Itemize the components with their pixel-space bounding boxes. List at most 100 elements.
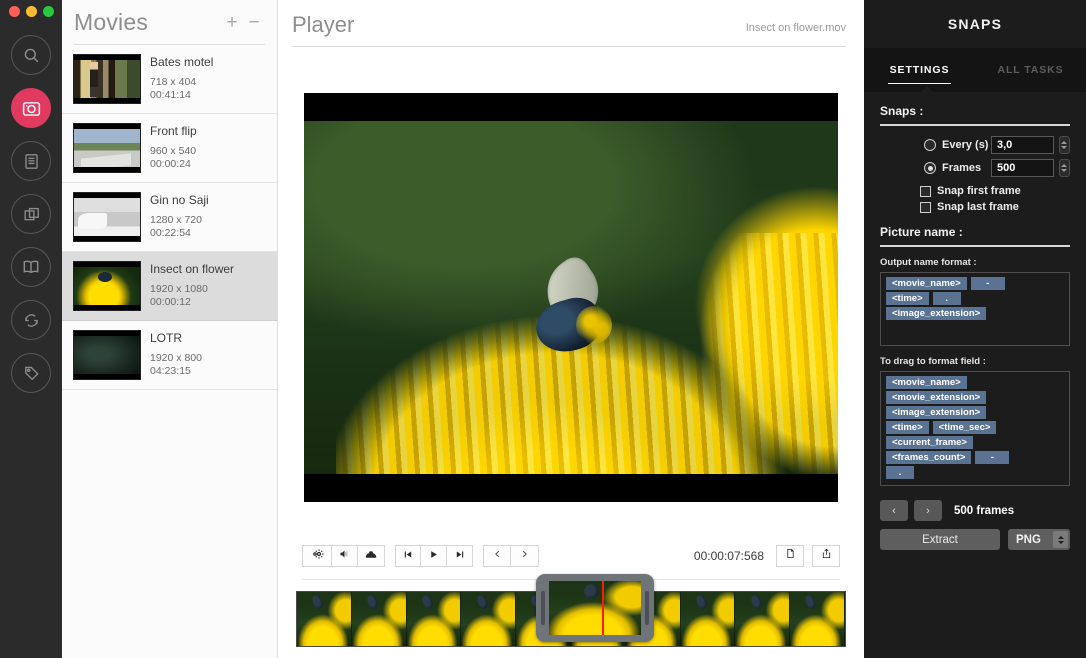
format-token[interactable]: <movie_name> <box>886 277 967 290</box>
movies-panel: Movies + − Bates motel 718 x 404 00:41:14 F… <box>62 0 278 658</box>
rail-item-search[interactable] <box>11 35 51 75</box>
rail-item-list[interactable] <box>11 141 51 181</box>
format-token[interactable]: <current_frame> <box>886 436 973 449</box>
filmstrip-frame[interactable] <box>735 592 791 646</box>
sync-icon <box>22 311 41 330</box>
list-icon <box>22 152 41 171</box>
video-area <box>278 47 864 533</box>
prev-page-button[interactable]: ‹ <box>880 500 908 521</box>
list-item[interactable]: Insect on flower 1920 x 1080 00:00:12 <box>62 252 277 321</box>
format-token[interactable]: <time_sec> <box>932 421 997 434</box>
movie-thumbnail <box>73 123 141 173</box>
format-token[interactable]: - <box>970 277 1005 290</box>
gear-icon <box>309 547 325 565</box>
snap-last-frame-checkbox[interactable] <box>920 201 931 213</box>
step-back-button[interactable] <box>483 545 512 567</box>
snapshot-button[interactable] <box>776 545 804 567</box>
movie-title: Front flip <box>150 124 197 138</box>
output-format-field[interactable]: <movie_name> - <time>. <image_extension> <box>880 272 1070 346</box>
drag-fields-list[interactable]: <movie_name> <movie_extension> <image_exte… <box>880 371 1070 486</box>
movie-title: LOTR <box>150 331 183 345</box>
every-seconds-label: Every (s) <box>942 139 989 151</box>
next-page-button[interactable]: › <box>914 500 942 521</box>
format-token[interactable]: <frames_count> <box>886 451 972 464</box>
speaker-icon <box>338 547 351 565</box>
format-token[interactable]: <image_extension> <box>886 307 987 320</box>
format-token[interactable]: <time> <box>886 292 929 305</box>
list-item[interactable]: Bates motel 718 x 404 00:41:14 <box>62 45 277 114</box>
picture-name-divider <box>880 245 1070 247</box>
frames-input[interactable]: 500 <box>990 159 1054 177</box>
format-token[interactable]: . <box>886 466 914 479</box>
movie-resolution: 718 x 404 <box>150 76 197 88</box>
movie-duration: 04:23:15 <box>150 365 191 377</box>
frames-row: Frames 500 <box>880 159 1070 177</box>
output-format-label: Output name format : <box>880 257 977 268</box>
filmstrip-area <box>278 574 864 658</box>
play-button[interactable] <box>421 545 448 567</box>
close-button[interactable] <box>9 5 20 17</box>
playhead-preview <box>549 581 641 635</box>
extract-row: Extract PNG <box>880 529 1070 550</box>
format-token[interactable]: <movie_extension> <box>886 391 987 404</box>
format-token[interactable]: <movie_name> <box>886 376 967 389</box>
frames-stepper[interactable] <box>1058 159 1070 177</box>
player-controls: 00:00:07:568 <box>278 533 864 579</box>
movie-duration: 00:00:24 <box>150 158 191 170</box>
filmstrip-frame[interactable] <box>297 592 352 646</box>
share-button[interactable] <box>812 545 840 567</box>
subtitles-button[interactable] <box>358 545 386 567</box>
remove-movie-button[interactable]: − <box>245 13 263 32</box>
playhead-grip-left[interactable] <box>541 591 545 625</box>
image-format-select[interactable]: PNG <box>1008 529 1070 550</box>
every-seconds-input[interactable]: 3,0 <box>990 136 1054 154</box>
list-item[interactable]: Gin no Saji 1280 x 720 00:22:54 <box>62 183 277 252</box>
filmstrip-frame[interactable] <box>790 592 845 646</box>
rail-item-tag[interactable] <box>11 353 51 393</box>
frames-radio[interactable] <box>924 162 936 174</box>
snap-first-frame-checkbox[interactable] <box>920 185 931 197</box>
rail-item-book[interactable] <box>11 247 51 287</box>
filmstrip-frame[interactable] <box>461 592 517 646</box>
filmstrip-frame[interactable] <box>680 592 736 646</box>
snaps-settings-body: Snaps : Every (s) 3,0 Frames 500 Snap fi… <box>864 92 1086 658</box>
format-token[interactable]: - <box>975 451 1010 464</box>
every-seconds-row: Every (s) 3,0 <box>880 136 1070 154</box>
letterbox-top <box>304 92 838 121</box>
video-canvas[interactable] <box>304 92 838 502</box>
add-movie-button[interactable]: + <box>223 13 241 32</box>
rail-item-snaps[interactable] <box>11 88 51 128</box>
format-token[interactable]: <image_extension> <box>886 406 987 419</box>
prev-frame-button[interactable] <box>395 545 422 567</box>
movie-thumbnail <box>73 192 141 242</box>
list-item[interactable]: LOTR 1920 x 800 04:23:15 <box>62 321 277 390</box>
player-panel: Player Insect on flower.mov 00:00:07:568 <box>278 0 864 658</box>
movie-meta: Gin no Saji 1280 x 720 00:22:54 <box>150 192 267 242</box>
tab-all-tasks[interactable]: ALL TASKS <box>975 48 1086 92</box>
movie-thumbnail <box>73 261 141 311</box>
step-forward-button[interactable] <box>511 545 540 567</box>
rail-item-layers[interactable] <box>11 194 51 234</box>
step-group <box>483 545 540 567</box>
playhead-selector[interactable] <box>536 574 654 642</box>
document-icon <box>785 547 796 565</box>
extract-button[interactable]: Extract <box>880 529 1000 550</box>
zoom-button[interactable] <box>43 5 54 17</box>
icon-rail <box>0 0 62 658</box>
filmstrip-frame[interactable] <box>406 592 462 646</box>
every-seconds-stepper[interactable] <box>1058 136 1070 154</box>
filmstrip-frame[interactable] <box>351 592 407 646</box>
every-seconds-radio[interactable] <box>924 139 936 151</box>
format-token[interactable]: . <box>932 292 961 305</box>
rail-item-sync[interactable] <box>11 300 51 340</box>
skip-start-icon <box>402 547 414 565</box>
settings-button[interactable] <box>302 545 333 567</box>
playhead-grip-right[interactable] <box>645 591 649 625</box>
format-token[interactable]: <time> <box>886 421 929 434</box>
movie-title: Bates motel <box>150 55 214 69</box>
next-frame-button[interactable] <box>447 545 474 567</box>
minimize-button[interactable] <box>26 5 37 17</box>
snaps-tabs: SETTINGS ALL TASKS <box>864 48 1086 93</box>
volume-button[interactable] <box>332 545 359 567</box>
list-item[interactable]: Front flip 960 x 540 00:00:24 <box>62 114 277 183</box>
